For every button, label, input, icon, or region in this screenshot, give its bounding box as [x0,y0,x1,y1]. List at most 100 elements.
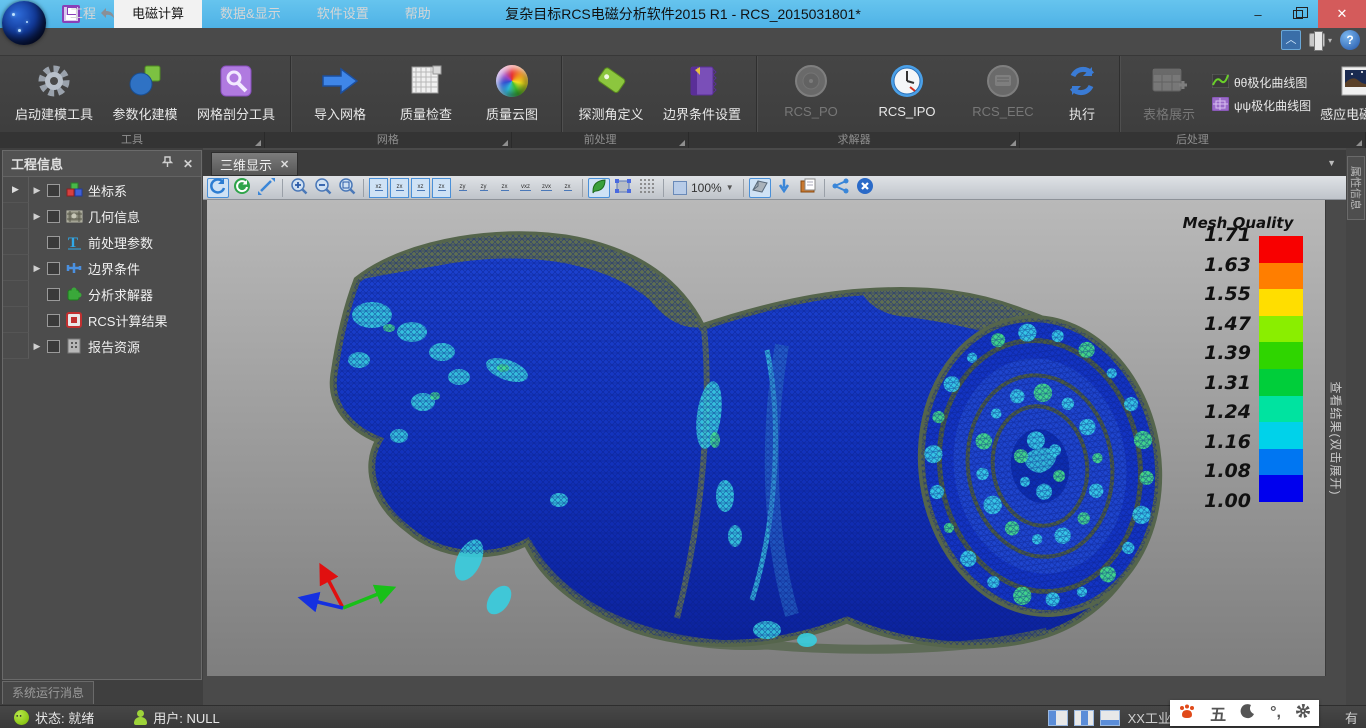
restore-button[interactable] [1278,0,1318,28]
ribbon-button-RCS_IPO[interactable]: RCS_IPO [859,58,955,130]
zoom-out-button[interactable] [312,178,334,198]
quality-check-icon [409,62,443,100]
tree-item-前处理参数[interactable]: T前处理参数 [3,229,201,255]
property-info-tab[interactable]: 属性信息 [1347,156,1365,220]
menu-tab-4[interactable]: 软件设置 [299,0,387,28]
moon-icon[interactable] [1240,703,1256,724]
rotate-button[interactable] [207,178,229,198]
close-button[interactable]: ✕ [1318,0,1366,28]
expand-icon[interactable]: ▶ [29,211,45,222]
ime-item[interactable]: 五 [1210,701,1226,725]
ribbon-button-边界条件设置[interactable]: 边界条件设置 [654,58,750,130]
gear-small-icon[interactable] [1295,703,1311,724]
zoom-in-button[interactable] [288,178,310,198]
ime-toolbar[interactable]: 五 °, [1170,700,1319,726]
system-message-tab[interactable]: 系统运行消息 [2,681,94,704]
tree-checkbox[interactable] [47,184,60,197]
layout-center-icon[interactable] [1074,710,1094,726]
tree-checkbox[interactable] [47,288,60,301]
tree-checkbox[interactable] [47,210,60,223]
view-orientation-button-1[interactable]: xz [369,178,388,198]
pin-icon[interactable] [162,156,173,171]
view-orientation-button-5[interactable]: zy [453,178,472,198]
close-blue-button[interactable] [854,178,876,198]
legend-color-band [1259,396,1303,423]
layout-bottom-icon[interactable] [1100,710,1120,726]
tab-overflow-icon[interactable]: ▼ [1327,158,1336,168]
leaf-button[interactable] [588,178,610,198]
down-arrow-button[interactable] [773,178,795,198]
expand-icon[interactable]: ▶ [29,185,45,196]
view-orientation-button-10[interactable]: zx [558,178,577,198]
group-expand-icon[interactable] [1356,140,1362,146]
layout-left-icon[interactable] [1048,710,1068,726]
svg-text:T: T [68,235,78,250]
app-logo-icon[interactable] [2,1,46,45]
view-orientation-button-6[interactable]: zy [474,178,493,198]
ribbon-button-质量检查[interactable]: 质量检查 [383,58,469,130]
tab-3d-display[interactable]: 三维显示 ✕ [211,152,298,176]
device-button[interactable]: ▾ [1309,33,1332,47]
tree-item-报告资源[interactable]: ▶报告资源 [3,333,201,359]
ribbon-button-θθ极化曲线图[interactable]: θθ极化曲线图 [1212,74,1311,91]
wire-grid-button[interactable] [636,178,658,198]
copyright-text: XX工业 [1128,708,1171,727]
help-button[interactable]: ? [1340,30,1360,50]
paw-icon[interactable] [1178,703,1196,724]
pan-arrow-button[interactable] [255,178,277,198]
menu-tab-1[interactable]: 工程 [52,0,114,28]
menu-tab-2[interactable]: 电磁计算 [114,0,202,28]
group-expand-icon[interactable] [255,140,261,146]
view-orientation-button-2[interactable]: zx [390,178,409,198]
status-bar: 状态: 就绪 用户: NULL XX工业 五°, 有 [0,705,1366,728]
ribbon-button-启动建模工具[interactable]: 启动建模工具 [6,58,102,130]
tree-checkbox[interactable] [47,314,60,327]
ribbon-group-label: 后处理 [1020,132,1366,148]
minimize-button[interactable]: – [1238,0,1278,28]
scale-box-icon [673,181,687,195]
ribbon-button-参数化建模[interactable]: 参数化建模 [102,58,188,130]
view-orientation-button-8[interactable]: vxz [516,178,535,198]
group-expand-icon[interactable] [679,140,685,146]
close-panel-icon[interactable]: ✕ [183,157,193,171]
ribbon-button-感应电磁流图[interactable]: 感应电磁流图 [1311,58,1366,130]
ribbon-button-ψψ极化曲线图[interactable]: ψψ极化曲线图 [1212,97,1311,114]
view-orientation-button-4[interactable]: zx [432,178,451,198]
tree-item-RCS计算结果[interactable]: RCS计算结果 [3,307,201,333]
ribbon-button-导入网格[interactable]: 导入网格 [297,58,383,130]
ribbon-stack: θθ极化曲线图 ψψ极化曲线图 [1212,58,1311,130]
shaded-view-button[interactable] [612,178,634,198]
ribbon-button-探测角定义[interactable]: 探测角定义 [568,58,654,130]
viewport-3d[interactable]: Mesh Quality 1.711.631.551.471.391.311.2… [207,200,1325,676]
tree-gutter: ▶ [3,177,29,203]
ribbon-button-网格剖分工具[interactable]: 网格剖分工具 [188,58,284,130]
ribbon-button-质量云图[interactable]: 质量云图 [469,58,555,130]
expand-icon[interactable]: ▶ [29,341,45,352]
expand-icon[interactable]: ▶ [29,263,45,274]
view-orientation-button-7[interactable]: zx [495,178,514,198]
zoom-level-select[interactable]: 100%▼ [669,181,738,195]
view-orientation-button-9[interactable]: zvx [537,178,556,198]
menu-tab-5[interactable]: 帮助 [387,0,449,28]
face-select-button[interactable] [749,178,771,198]
collapse-ribbon-button[interactable]: ︿ [1281,30,1301,50]
refresh-green-button[interactable] [231,178,253,198]
tree-item-分析求解器[interactable]: 分析求解器 [3,281,201,307]
view-orientation-button-3[interactable]: xz [411,178,430,198]
zoom-window-button[interactable] [336,178,358,198]
tree-checkbox[interactable] [47,340,60,353]
ime-item[interactable]: °, [1270,704,1281,722]
tree-checkbox[interactable] [47,262,60,275]
tree-item-坐标系[interactable]: ▶▶坐标系 [3,177,201,203]
group-expand-icon[interactable] [502,140,508,146]
tree-item-几何信息[interactable]: ▶几何信息 [3,203,201,229]
group-expand-icon[interactable] [1010,140,1016,146]
share-button[interactable] [830,178,852,198]
tab-close-icon[interactable]: ✕ [280,158,289,171]
menu-tab-3[interactable]: 数据&显示 [202,0,299,28]
tree-checkbox[interactable] [47,236,60,249]
ribbon-button-执行[interactable]: 执行 [1051,58,1113,130]
tree-item-边界条件[interactable]: ▶边界条件 [3,255,201,281]
layers-folder-button[interactable] [797,178,819,198]
view-results-bar[interactable]: 查看结果(双击展开) [1325,200,1346,676]
